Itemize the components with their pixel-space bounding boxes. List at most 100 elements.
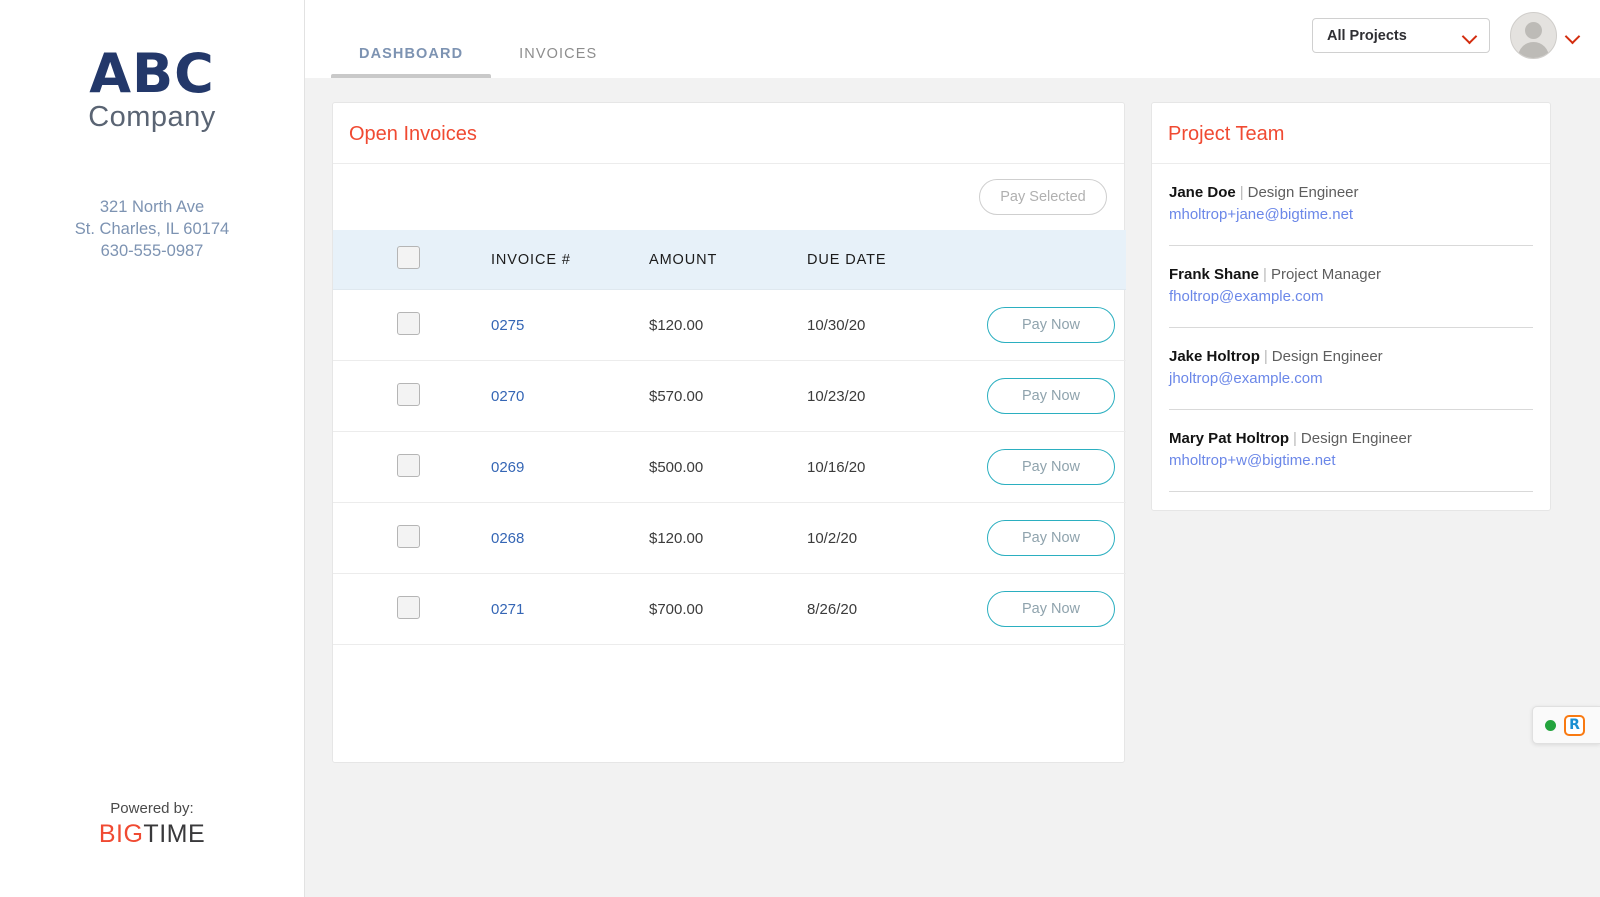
row-invoice-cell: 0271 [491,573,649,645]
chat-support-widget[interactable]: R [1532,706,1600,744]
powered-by-label: Powered by: [110,800,194,817]
bigtime-logo-time: TIME [143,820,206,848]
row-due-date-cell: 10/30/20 [807,289,987,361]
bigtime-logo-big: BIG [98,820,144,848]
row-action-cell: Pay Now [987,360,1126,432]
header-select-all [333,230,491,290]
row-checkbox[interactable] [397,595,420,619]
team-member-role: Design Engineer [1300,430,1412,447]
account-menu[interactable] [1510,12,1580,59]
header-actions [987,230,1126,290]
green-status-dot-icon [1545,719,1556,731]
row-select-cell [333,502,491,574]
pay-now-button[interactable]: Pay Now [987,378,1115,414]
project-team-title: Project Team [1152,103,1550,164]
pay-selected-button[interactable]: Pay Selected [979,179,1107,215]
row-amount-cell: $700.00 [649,573,807,645]
team-member-name: Jake Holtrop [1169,348,1260,365]
team-member-email[interactable]: mholtrop+jane@bigtime.net [1169,204,1533,226]
tab-dashboard[interactable]: DASHBOARD [331,46,492,78]
top-bar: DASHBOARD INVOICES All Projects [305,0,1600,78]
invoice-link[interactable]: 0269 [491,459,524,476]
r-logo-icon[interactable]: R [1564,714,1585,736]
list-item: Frank Shane | Project Manager fholtrop@exa… [1169,246,1533,328]
row-action-cell: Pay Now [987,502,1126,574]
row-checkbox[interactable] [397,453,420,477]
row-due-date-cell: 10/16/20 [807,431,987,503]
team-member-email[interactable]: jholtrop@example.com [1169,368,1533,390]
project-filter-dropdown[interactable]: All Projects [1312,18,1490,53]
row-checkbox[interactable] [397,524,420,548]
select-all-checkbox[interactable] [397,246,420,269]
project-team-list: Jane Doe | Design Engineer mholtrop+jane@b… [1152,164,1550,492]
pay-now-button[interactable]: Pay Now [987,591,1115,627]
row-due-date-cell: 10/2/20 [807,502,987,574]
row-due-date-cell: 10/23/20 [807,360,987,432]
chevron-down-icon[interactable] [1566,31,1580,40]
row-action-cell: Pay Now [987,573,1126,645]
logo-primary-text: ABC [89,42,215,105]
row-action-cell: Pay Now [987,289,1126,361]
divider [1169,491,1533,492]
pay-now-button[interactable]: Pay Now [987,520,1115,556]
tab-invoices[interactable]: INVOICES [491,46,625,78]
chevron-down-icon [1463,31,1477,40]
open-invoices-title: Open Invoices [333,103,1124,164]
header-invoice-number: INVOICE # [491,230,649,290]
row-amount-cell: $120.00 [649,289,807,361]
invoices-table-header: INVOICE # AMOUNT DUE DATE [333,230,1126,290]
pay-now-button[interactable]: Pay Now [987,449,1115,485]
header-due-date: DUE DATE [807,230,987,290]
invoice-link[interactable]: 0275 [491,317,524,334]
row-select-cell [333,289,491,361]
list-item: Jake Holtrop | Design Engineer jholtrop@ex… [1169,328,1533,410]
table-row: 0271 $700.00 8/26/20 Pay Now [333,573,1126,645]
main-content: Open Invoices Pay Selected INVOICE # AMO… [305,78,1600,897]
row-invoice-cell: 0269 [491,431,649,503]
team-member-name: Jane Doe [1169,184,1236,201]
team-member-heading: Mary Pat Holtrop | Design Engineer [1169,428,1533,450]
avatar-head-shape [1525,22,1542,39]
invoice-link[interactable]: 0270 [491,388,524,405]
avatar-body-shape [1518,42,1549,58]
invoices-table: INVOICE # AMOUNT DUE DATE 0275 $120.00 1… [333,230,1126,645]
open-invoices-card: Open Invoices Pay Selected INVOICE # AMO… [332,102,1126,763]
table-row: 0269 $500.00 10/16/20 Pay Now [333,431,1126,503]
name-role-separator: | [1263,348,1268,365]
address-line-2: St. Charles, IL 60174 [74,219,230,238]
project-filter-value: All Projects [1327,27,1407,44]
team-member-heading: Jake Holtrop | Design Engineer [1169,346,1533,368]
row-checkbox[interactable] [397,382,420,406]
team-member-role: Project Manager [1270,266,1381,283]
sidebar: ABC Company 321 North Ave St. Charles, I… [0,0,305,897]
company-logo: ABC Company [0,0,304,134]
company-phone: 630-555-0987 [100,241,204,260]
invoice-link[interactable]: 0271 [491,601,524,618]
row-amount-cell: $120.00 [649,502,807,574]
team-member-role: Design Engineer [1271,348,1383,365]
table-header-row: INVOICE # AMOUNT DUE DATE [333,230,1126,290]
team-member-email[interactable]: mholtrop+w@bigtime.net [1169,450,1533,472]
project-team-card: Project Team Jane Doe | Design Engineer mh… [1151,102,1551,511]
table-row: 0268 $120.00 10/2/20 Pay Now [333,502,1126,574]
row-select-cell [333,360,491,432]
bigtime-logo: BIGTIME [0,820,304,849]
row-checkbox[interactable] [397,311,420,335]
invoice-link[interactable]: 0268 [491,530,524,547]
address-line-1: 321 North Ave [99,197,205,216]
pay-now-button[interactable]: Pay Now [987,307,1115,343]
team-member-email[interactable]: fholtrop@example.com [1169,286,1533,308]
row-amount-cell: $500.00 [649,431,807,503]
row-due-date-cell: 8/26/20 [807,573,987,645]
top-bar-right-controls: All Projects [1312,12,1580,59]
team-member-role: Design Engineer [1247,184,1359,201]
main-tabs: DASHBOARD INVOICES [331,0,625,78]
name-role-separator: | [1293,430,1297,447]
team-member-heading: Frank Shane | Project Manager [1169,264,1533,286]
row-invoice-cell: 0270 [491,360,649,432]
team-member-name: Frank Shane [1169,266,1260,283]
avatar[interactable] [1510,12,1557,59]
name-role-separator: | [1239,184,1244,201]
list-item: Jane Doe | Design Engineer mholtrop+jane@b… [1169,164,1533,246]
header-amount: AMOUNT [649,230,807,290]
